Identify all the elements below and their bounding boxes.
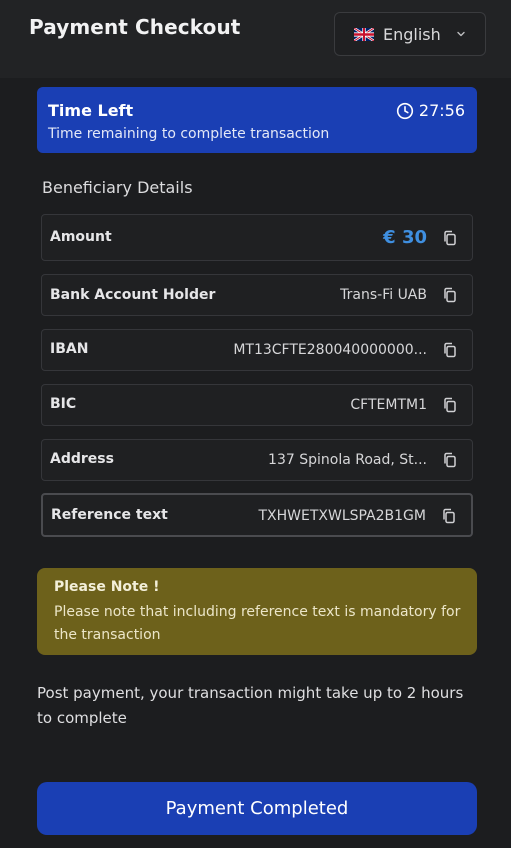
row-label: BIC	[50, 396, 77, 412]
beneficiary-row-reference: Reference text TXHWETXWLSPA2B1GM	[41, 493, 473, 537]
copy-icon[interactable]	[442, 342, 458, 358]
post-payment-info: Post payment, your transaction might tak…	[37, 684, 464, 727]
chevron-down-icon	[457, 31, 465, 37]
timer-title: Time Left	[48, 101, 134, 120]
note-title: Please Note !	[54, 579, 160, 595]
row-value: MT13CFTE280040000000...	[233, 342, 427, 358]
uk-flag-icon	[354, 27, 374, 41]
language-selector[interactable]: English	[334, 12, 486, 56]
clock-icon	[396, 102, 413, 119]
page-title: Payment Checkout	[29, 15, 241, 39]
time-left-banner: Time Left Time remaining to complete tra…	[37, 87, 477, 153]
row-label: Reference text	[51, 507, 168, 523]
note-body: Please note that including reference tex…	[54, 604, 461, 643]
row-value: TXHWETXWLSPA2B1GM	[258, 508, 426, 524]
copy-icon[interactable]	[442, 287, 458, 303]
beneficiary-row-account-holder: Bank Account Holder Trans-Fi UAB	[41, 274, 473, 316]
row-label: Amount	[50, 229, 112, 245]
row-value: 137 Spinola Road, St...	[268, 452, 427, 468]
copy-icon[interactable]	[442, 452, 458, 468]
beneficiary-row-amount: Amount € 30	[41, 214, 473, 261]
copy-icon[interactable]	[442, 397, 458, 413]
row-value: CFTEMTM1	[350, 397, 427, 413]
timer-subtitle: Time remaining to complete transaction	[48, 126, 330, 142]
row-label: IBAN	[50, 341, 89, 357]
please-note-banner: Please Note ! Please note that including…	[37, 568, 477, 655]
copy-icon[interactable]	[442, 230, 458, 246]
timer-countdown: 27:56	[396, 101, 465, 120]
language-label: English	[383, 24, 441, 44]
header: Payment Checkout English	[0, 0, 511, 78]
row-label: Address	[50, 451, 114, 467]
row-value: € 30	[383, 227, 427, 248]
row-value: Trans-Fi UAB	[340, 287, 427, 303]
beneficiary-section-title: Beneficiary Details	[42, 178, 193, 197]
beneficiary-row-address: Address 137 Spinola Road, St...	[41, 439, 473, 481]
row-label: Bank Account Holder	[50, 287, 216, 303]
copy-icon[interactable]	[441, 508, 457, 524]
beneficiary-row-iban: IBAN MT13CFTE280040000000...	[41, 329, 473, 371]
timer-value: 27:56	[418, 101, 465, 120]
beneficiary-row-bic: BIC CFTEMTM1	[41, 384, 473, 426]
payment-completed-button[interactable]: Payment Completed	[37, 782, 477, 835]
